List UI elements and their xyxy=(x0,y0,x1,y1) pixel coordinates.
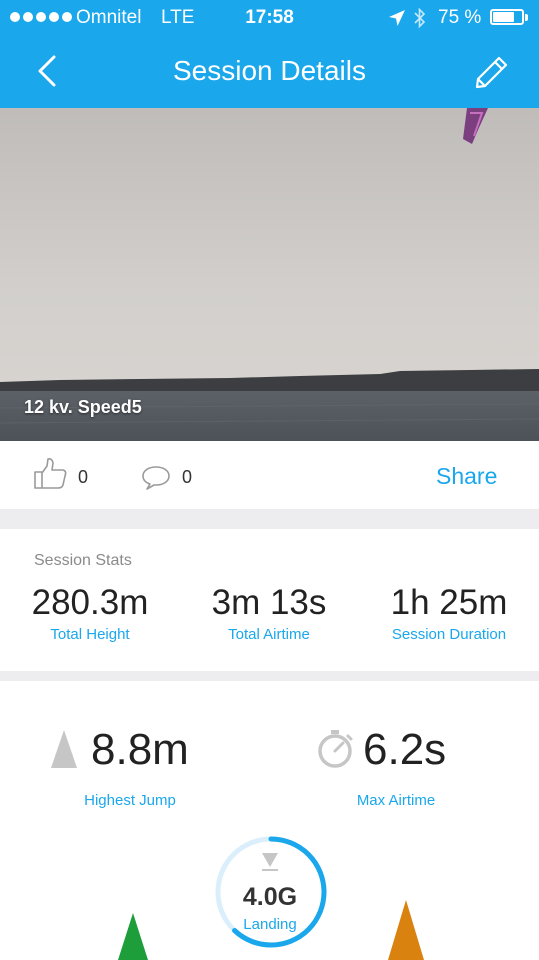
stat-label: Total Airtime xyxy=(228,626,310,643)
page-title: Session Details xyxy=(173,55,366,86)
pencil-icon xyxy=(475,56,508,89)
stat-label: Total Height xyxy=(50,626,130,643)
highest-jump-label: Highest Jump xyxy=(84,792,176,809)
orange-marker-icon xyxy=(388,900,424,960)
comment-count: 0 xyxy=(182,467,193,487)
share-button[interactable]: Share xyxy=(436,463,497,490)
max-airtime-label: Max Airtime xyxy=(356,792,436,809)
stat-value: 1h 25m xyxy=(390,583,508,622)
status-bar: Omnitel LTE 17:58 75 % xyxy=(0,0,539,38)
session-photo-image xyxy=(0,108,539,441)
section-divider xyxy=(0,509,539,529)
section-divider xyxy=(0,671,539,681)
max-airtime-value: 6.2s xyxy=(363,725,447,774)
green-marker-icon xyxy=(118,913,148,960)
location-arrow-icon xyxy=(389,10,405,26)
like-count: 0 xyxy=(78,467,89,487)
top-bar: Omnitel LTE 17:58 75 % Session Details xyxy=(0,0,539,108)
stat-total-height: 280.3m Total Height xyxy=(0,583,180,643)
battery-level-fill xyxy=(493,12,514,22)
landing-value: 4.0G xyxy=(242,883,298,911)
battery-percent: 75 % xyxy=(438,7,482,28)
battery-cap xyxy=(525,14,528,21)
comment-icon[interactable] xyxy=(140,463,172,491)
navigation-bar: Session Details xyxy=(0,38,539,108)
session-stats-card: Session Stats 280.3m Total Height 3m 13s… xyxy=(0,529,539,671)
stat-value: 3m 13s xyxy=(211,583,327,622)
session-stats-title: Session Stats xyxy=(34,552,132,569)
landing-impact-icon xyxy=(262,853,278,871)
stat-value: 280.3m xyxy=(31,583,149,622)
stat-label: Session Duration xyxy=(391,626,507,643)
bluetooth-icon xyxy=(414,7,426,29)
social-bar: 0 0 Share xyxy=(0,441,539,509)
jump-height-icon xyxy=(51,730,77,768)
battery-icon xyxy=(490,9,524,25)
stat-total-airtime: 3m 13s Total Airtime xyxy=(179,583,359,643)
edit-button[interactable] xyxy=(472,52,512,92)
photo-caption: 12 kv. Speed5 xyxy=(24,397,142,417)
thumbs-up-icon[interactable] xyxy=(32,456,70,490)
session-photo[interactable] xyxy=(0,108,539,441)
stopwatch-icon xyxy=(318,730,353,768)
highest-jump-value: 8.8m xyxy=(91,725,189,774)
landing-label: Landing xyxy=(243,916,297,933)
stat-session-duration: 1h 25m Session Duration xyxy=(359,583,539,643)
